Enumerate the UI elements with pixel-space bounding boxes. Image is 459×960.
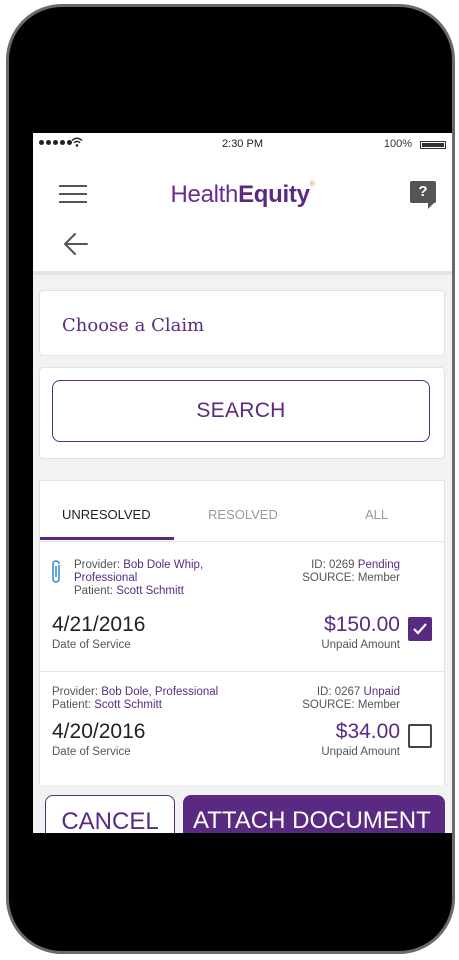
healthequity-logo: HealthEquity® — [33, 181, 452, 209]
claim-amount-label: Unpaid Amount — [321, 639, 400, 651]
claim-provider-line2: Professional — [74, 572, 138, 584]
claim-row[interactable]: Provider: Bob Dole, Professional Patient… — [40, 672, 444, 782]
claim-patient: Scott Schmitt — [116, 585, 184, 597]
tab-resolved[interactable]: RESOLVED — [208, 507, 278, 522]
choose-claim-field[interactable]: Choose a Claim — [39, 290, 445, 356]
claim-amount: $34.00 — [335, 720, 400, 743]
logo-text-health: Health — [170, 181, 239, 208]
claim-provider-block: Provider: Bob Dole Whip, Professional Pa… — [74, 559, 204, 597]
battery-icon — [420, 141, 446, 149]
choose-claim-label: Choose a Claim — [62, 315, 205, 336]
claim-id: 0269 — [328, 559, 355, 571]
tab-unresolved[interactable]: UNRESOLVED — [62, 507, 151, 522]
claim-source: Member — [357, 699, 400, 711]
action-footer: CANCEL ATTACH DOCUMENT — [33, 785, 452, 833]
claim-date-label: Date of Service — [52, 746, 131, 758]
search-card: SEARCH — [39, 367, 445, 459]
help-label: ? — [410, 181, 436, 203]
app-header: HealthEquity® ? — [33, 155, 452, 275]
cancel-button[interactable]: CANCEL — [45, 795, 175, 833]
claim-date: 4/21/2016 — [52, 613, 146, 636]
claim-status: Unpaid — [363, 686, 400, 698]
claim-amount-label: Unpaid Amount — [321, 746, 400, 758]
claim-status: Pending — [357, 559, 400, 571]
back-arrow-icon[interactable] — [61, 229, 91, 259]
logo-registered-mark: ® — [309, 181, 315, 188]
claim-date-label: Date of Service — [52, 639, 131, 651]
active-tab-indicator — [40, 537, 174, 540]
claim-date: 4/20/2016 — [52, 720, 146, 743]
claim-source: Member — [357, 572, 400, 584]
claim-tabs: UNRESOLVED RESOLVED ALL — [40, 481, 444, 542]
claim-id: 0267 — [334, 686, 361, 698]
claims-list: UNRESOLVED RESOLVED ALL Provider: Bob Do… — [39, 480, 445, 810]
attach-document-button[interactable]: ATTACH DOCUMENT — [183, 795, 445, 833]
claim-row[interactable]: Provider: Bob Dole Whip, Professional Pa… — [40, 543, 444, 672]
claim-amount: $150.00 — [324, 613, 400, 636]
paperclip-icon — [52, 560, 60, 583]
help-icon[interactable]: ? — [410, 181, 436, 209]
claim-provider: Bob Dole Whip, — [123, 559, 204, 571]
search-button[interactable]: SEARCH — [52, 380, 430, 442]
claim-checkbox[interactable] — [408, 617, 432, 641]
claim-provider: Bob Dole, Professional — [101, 686, 219, 698]
app-screen: 2:30 PM 100% HealthEquity® ? Choose a Cl… — [33, 133, 452, 833]
logo-text-equity: Equity — [238, 181, 310, 208]
claim-checkbox[interactable] — [408, 724, 432, 748]
claim-patient: Scott Schmitt — [94, 699, 162, 711]
status-bar: 2:30 PM 100% — [33, 133, 452, 155]
checkmark-icon — [413, 623, 427, 635]
battery-percentage: 100% — [383, 138, 412, 150]
claim-provider-block: Provider: Bob Dole, Professional Patient… — [52, 686, 219, 711]
claim-id-block: ID: 0267 Unpaid SOURCE: Member — [302, 686, 400, 711]
tab-all[interactable]: ALL — [365, 507, 388, 522]
claim-id-block: ID: 0269 Pending SOURCE: Member — [302, 559, 400, 584]
